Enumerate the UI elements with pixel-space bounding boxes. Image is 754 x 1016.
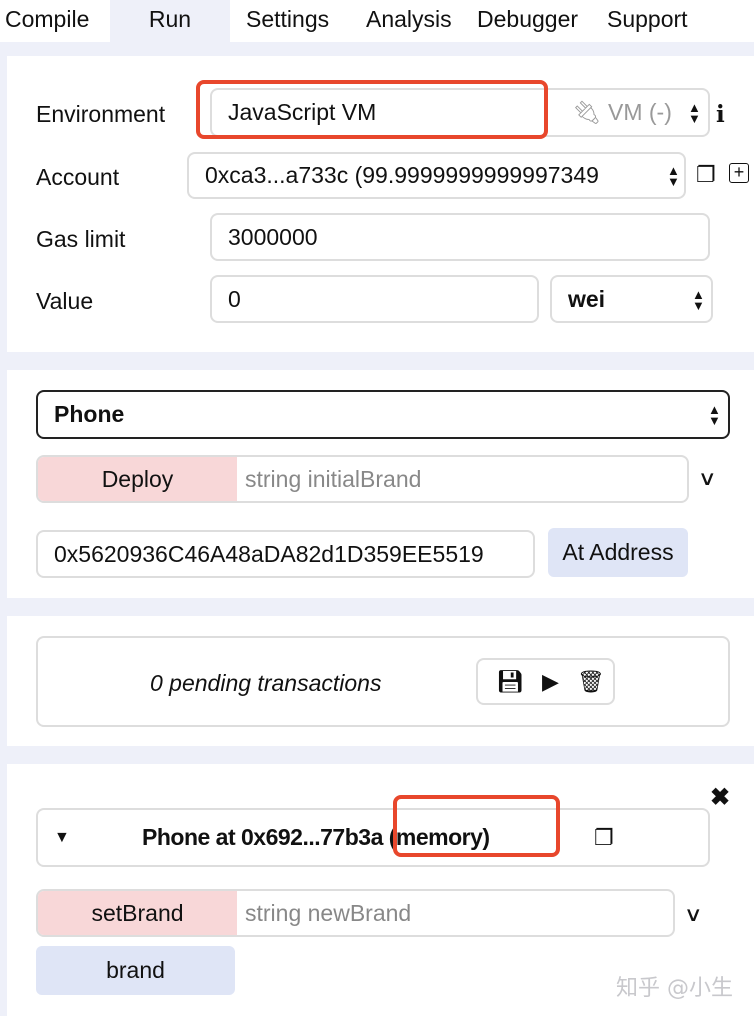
info-icon[interactable]: i [716,101,725,128]
deploy-args-input[interactable]: string initialBrand [245,466,421,493]
gas-limit-label: Gas limit [36,226,126,252]
select-arrows-icon: ▲ ▼ [708,402,721,428]
setbrand-button[interactable]: setBrand [38,891,237,935]
select-arrows-icon: ▲ ▼ [688,100,701,126]
brand-button[interactable]: brand [36,946,235,995]
add-account-icon[interactable]: + [729,163,749,183]
unit-select[interactable]: wei ▲ ▼ [550,275,713,323]
watermark: 知乎 @小生 [616,976,733,1001]
environment-label: Environment [36,101,166,127]
trash-icon[interactable]: 🗑︎ [577,669,605,695]
unit-value: wei [568,285,606,312]
plug-icon: 🔌︎ [572,99,602,125]
chevron-down-icon[interactable]: ∨ [684,902,703,927]
deploy-row: Deploy string initialBrand [36,455,689,503]
save-icon[interactable]: 💾︎ [496,669,524,695]
pending-text: 0 pending transactions [150,670,382,696]
instance-header[interactable]: ▼ Phone at 0x692...77b3a (memory) ❐ [36,808,710,867]
pending-box [36,636,730,727]
tab-analysis[interactable]: Analysis [366,6,452,33]
value-input[interactable]: 0 [210,275,539,323]
tab-bar: Compile Run Settings Analysis Debugger S… [0,0,754,42]
tab-support[interactable]: Support [607,6,688,33]
vm-status: VM (-) [608,99,672,125]
account-select[interactable]: 0xca3...a733c (99.9999999999997349 ▲ ▼ [187,152,686,199]
highlight-box [196,80,548,139]
gas-limit-value: 3000000 [228,223,318,250]
close-icon[interactable]: ✖ [710,783,730,812]
chevron-down-icon[interactable]: ∨ [698,466,717,491]
setbrand-row: setBrand string newBrand [36,889,675,937]
at-address-button[interactable]: At Address [548,528,688,577]
tab-compile[interactable]: Compile [5,6,89,33]
play-icon[interactable]: ▶ [542,669,559,695]
transaction-actions: 💾︎ ▶ 🗑︎ [476,658,615,705]
address-value: 0x5620936C46A48aDA82d1D359EE5519 [54,540,484,567]
gas-limit-input[interactable]: 3000000 [210,213,710,261]
address-input[interactable]: 0x5620936C46A48aDA82d1D359EE5519 [36,530,535,578]
value-label: Value [36,288,94,314]
setbrand-input[interactable]: string newBrand [245,900,411,927]
select-arrows-icon: ▲ ▼ [667,163,680,189]
contract-value: Phone [54,401,125,427]
account-label: Account [36,164,120,190]
deploy-button[interactable]: Deploy [38,457,237,501]
tab-run[interactable]: Run [110,0,230,42]
tab-debugger[interactable]: Debugger [477,6,578,33]
caret-down-icon[interactable]: ▼ [54,829,70,847]
copy-icon[interactable]: ❐ [696,162,716,188]
copy-icon[interactable]: ❐ [594,825,614,851]
select-arrows-icon: ▲ ▼ [692,287,705,313]
value-value: 0 [228,285,241,312]
highlight-box [393,795,560,857]
account-value: 0xca3...a733c (99.9999999999997349 [205,162,599,188]
contract-select[interactable]: Phone ▲ ▼ [36,390,730,439]
tab-settings[interactable]: Settings [246,6,329,33]
